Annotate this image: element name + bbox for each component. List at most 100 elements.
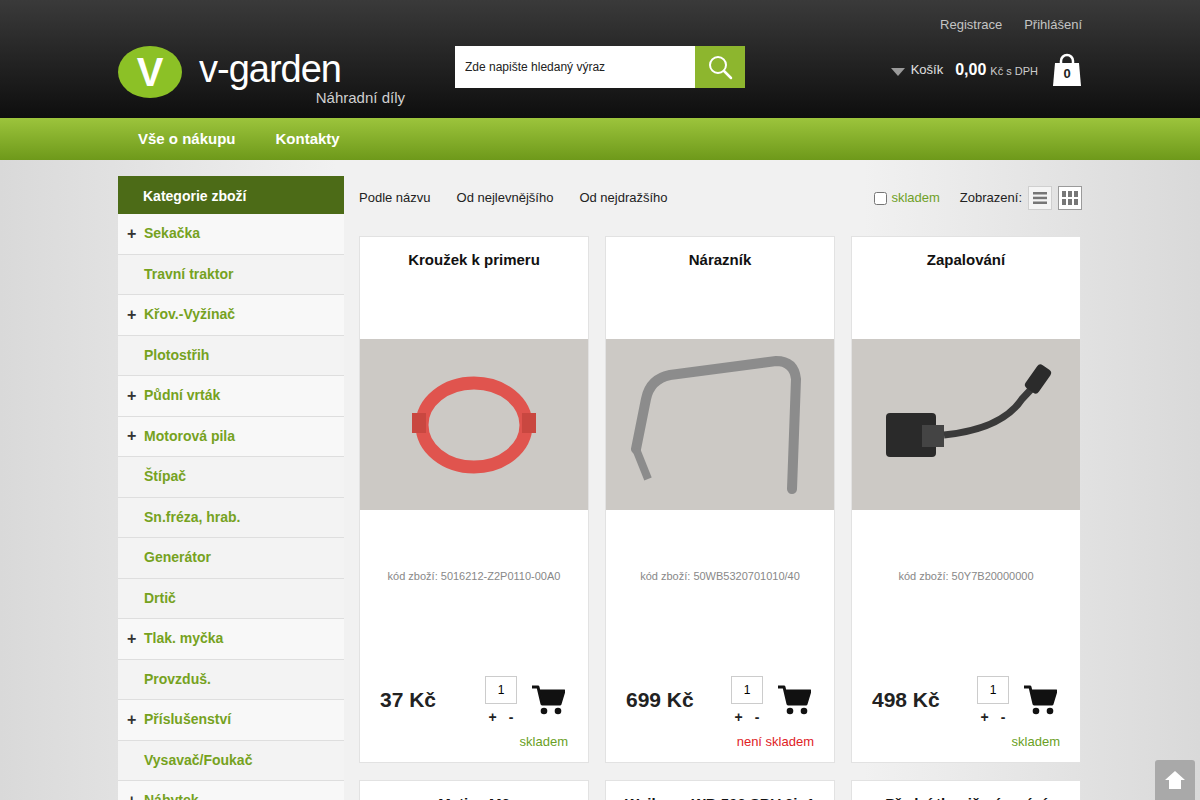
sort-option[interactable]: Od nejlevnějšího xyxy=(457,188,554,208)
quantity-input[interactable] xyxy=(485,676,517,704)
shopping-cart-icon xyxy=(531,684,565,716)
nav-link[interactable]: Vše o nákupu xyxy=(138,128,236,151)
quantity-input[interactable] xyxy=(977,676,1009,704)
dropdown-arrow-icon xyxy=(891,68,905,76)
product-price: 37 Kč xyxy=(380,686,485,714)
sort-option[interactable]: Od nejdražšího xyxy=(579,188,667,208)
minus-button[interactable]: - xyxy=(509,704,514,730)
logo-tagline: Náhradní díly xyxy=(199,89,405,107)
product-title[interactable]: Weibang WB 506 SBV 6in1 xyxy=(606,781,834,800)
scroll-to-top-button[interactable] xyxy=(1155,760,1195,800)
expand-toggle[interactable]: + xyxy=(127,712,144,728)
add-to-cart-button[interactable] xyxy=(777,684,811,716)
add-to-cart-button[interactable] xyxy=(531,684,565,716)
sidebar-item[interactable]: +Půdní vrták xyxy=(118,376,344,417)
quantity-control: +- xyxy=(731,676,763,730)
product-title[interactable]: Matice M6 xyxy=(360,781,588,800)
category-link[interactable]: Štípač xyxy=(144,466,186,487)
sidebar-item[interactable]: Sn.fréza, hrab. xyxy=(118,498,344,539)
logo-name: v-garden xyxy=(199,49,341,89)
quantity-buttons: +- xyxy=(735,704,760,730)
main-area: Kategorie zboží+SekačkaTravní traktor+Kř… xyxy=(118,176,1082,800)
add-to-cart-button[interactable] xyxy=(1023,684,1057,716)
account-links: Registrace Přihlášení xyxy=(118,0,1082,46)
category-link[interactable]: Tlak. myčka xyxy=(144,628,223,649)
sidebar-item[interactable]: +Motorová pila xyxy=(118,417,344,458)
cart-count: 0 xyxy=(1052,66,1082,82)
plus-button[interactable]: + xyxy=(735,704,743,730)
expand-toggle[interactable]: + xyxy=(127,388,144,404)
category-link[interactable]: Sekačka xyxy=(144,223,200,244)
product-title[interactable]: Přední tlumič pérování xyxy=(852,781,1080,800)
logo-mark: V xyxy=(118,46,182,98)
sidebar-item[interactable]: Drtič xyxy=(118,579,344,620)
account-link[interactable]: Registrace xyxy=(940,15,1002,46)
logo[interactable]: Vv-gardenNáhradní díly xyxy=(118,46,455,107)
product-image[interactable] xyxy=(606,339,834,510)
main-nav-inner: Vše o nákupu Kontakty xyxy=(118,118,1082,160)
category-link[interactable]: Generátor xyxy=(144,547,211,568)
in-stock-checkbox[interactable] xyxy=(874,192,887,205)
sidebar-item[interactable]: +Křov.-Vyžínač xyxy=(118,295,344,336)
search-input[interactable] xyxy=(455,46,695,88)
product-title[interactable]: Nárazník xyxy=(606,237,834,339)
expand-toggle[interactable]: + xyxy=(127,793,144,800)
sidebar-item[interactable]: +Sekačka xyxy=(118,214,344,255)
category-link[interactable]: Plotostřih xyxy=(144,345,209,366)
category-link[interactable]: Motorová pila xyxy=(144,426,235,447)
cart-currency: Kč s DPH xyxy=(990,63,1038,80)
in-stock-filter[interactable]: skladem xyxy=(874,188,939,208)
header-inner: RegistracePřihlášeníVv-gardenNáhradní dí… xyxy=(118,0,1082,98)
category-link[interactable]: Příslušenství xyxy=(144,709,231,730)
account-link[interactable]: Přihlášení xyxy=(1024,15,1082,46)
category-link[interactable]: Nábytek xyxy=(144,790,198,800)
category-link[interactable]: Vysavač/Foukač xyxy=(144,750,252,771)
plus-button[interactable]: + xyxy=(489,704,497,730)
sidebar-item[interactable]: Generátor xyxy=(118,538,344,579)
category-link[interactable]: Sn.fréza, hrab. xyxy=(144,507,240,528)
minus-button[interactable]: - xyxy=(755,704,760,730)
sidebar-item[interactable]: Plotostřih xyxy=(118,336,344,377)
category-link[interactable]: Provzduš. xyxy=(144,669,211,690)
expand-toggle[interactable]: + xyxy=(127,307,144,323)
category-link[interactable]: Drtič xyxy=(144,588,176,609)
sidebar-item[interactable]: Štípač xyxy=(118,457,344,498)
product-image[interactable] xyxy=(360,339,588,510)
minus-button[interactable]: - xyxy=(1001,704,1006,730)
product-title[interactable]: Kroužek k primeru xyxy=(360,237,588,339)
search-button[interactable] xyxy=(695,46,745,88)
sidebar-item[interactable]: Provzduš. xyxy=(118,660,344,701)
expand-toggle[interactable]: + xyxy=(127,428,144,444)
sidebar-item[interactable]: +Nábytek xyxy=(118,781,344,800)
category-link[interactable]: Křov.-Vyžínač xyxy=(144,304,235,325)
expand-toggle[interactable]: + xyxy=(127,631,144,647)
search-form xyxy=(455,46,745,88)
plus-button[interactable]: + xyxy=(981,704,989,730)
product-card: Zapalováníkód zboží: 50Y7B20000000498 Kč… xyxy=(851,236,1081,763)
sidebar-item[interactable]: +Příslušenství xyxy=(118,700,344,741)
product-title[interactable]: Zapalování xyxy=(852,237,1080,339)
product-code: kód zboží: 50WB5320701010/40 xyxy=(606,510,834,666)
grid-view-icon xyxy=(1062,191,1078,205)
sidebar-item[interactable]: +Tlak. myčka xyxy=(118,619,344,660)
quantity-input[interactable] xyxy=(731,676,763,704)
quantity-control: +- xyxy=(485,676,517,730)
category-link[interactable]: Půdní vrták xyxy=(144,385,220,406)
nav-link[interactable]: Kontakty xyxy=(276,128,340,151)
grid-view-button[interactable] xyxy=(1058,186,1082,210)
product-price: 699 Kč xyxy=(626,686,731,714)
expand-toggle[interactable]: + xyxy=(127,226,144,242)
shopping-cart-icon xyxy=(1023,684,1057,716)
cart-total: 0,00 xyxy=(955,58,986,82)
sidebar-item[interactable]: Vysavač/Foukač xyxy=(118,741,344,782)
product-image[interactable] xyxy=(852,339,1080,510)
cart[interactable]: Košík0,00Kč s DPH0 xyxy=(891,49,1082,91)
cart-bag[interactable]: 0 xyxy=(1052,53,1082,87)
category-link[interactable]: Travní traktor xyxy=(144,264,233,285)
product-card: Kroužek k primerukód zboží: 5016212-Z2P0… xyxy=(359,236,589,763)
sidebar-item[interactable]: Travní traktor xyxy=(118,255,344,296)
list-view-button[interactable] xyxy=(1028,186,1052,210)
site-header: Registrace Přihlášení Vv-gardenNáhradní dí… xyxy=(0,0,1200,118)
product-card: Weibang WB 506 SBV 6in1 xyxy=(605,780,835,800)
sort-option[interactable]: Podle názvu xyxy=(359,188,431,208)
